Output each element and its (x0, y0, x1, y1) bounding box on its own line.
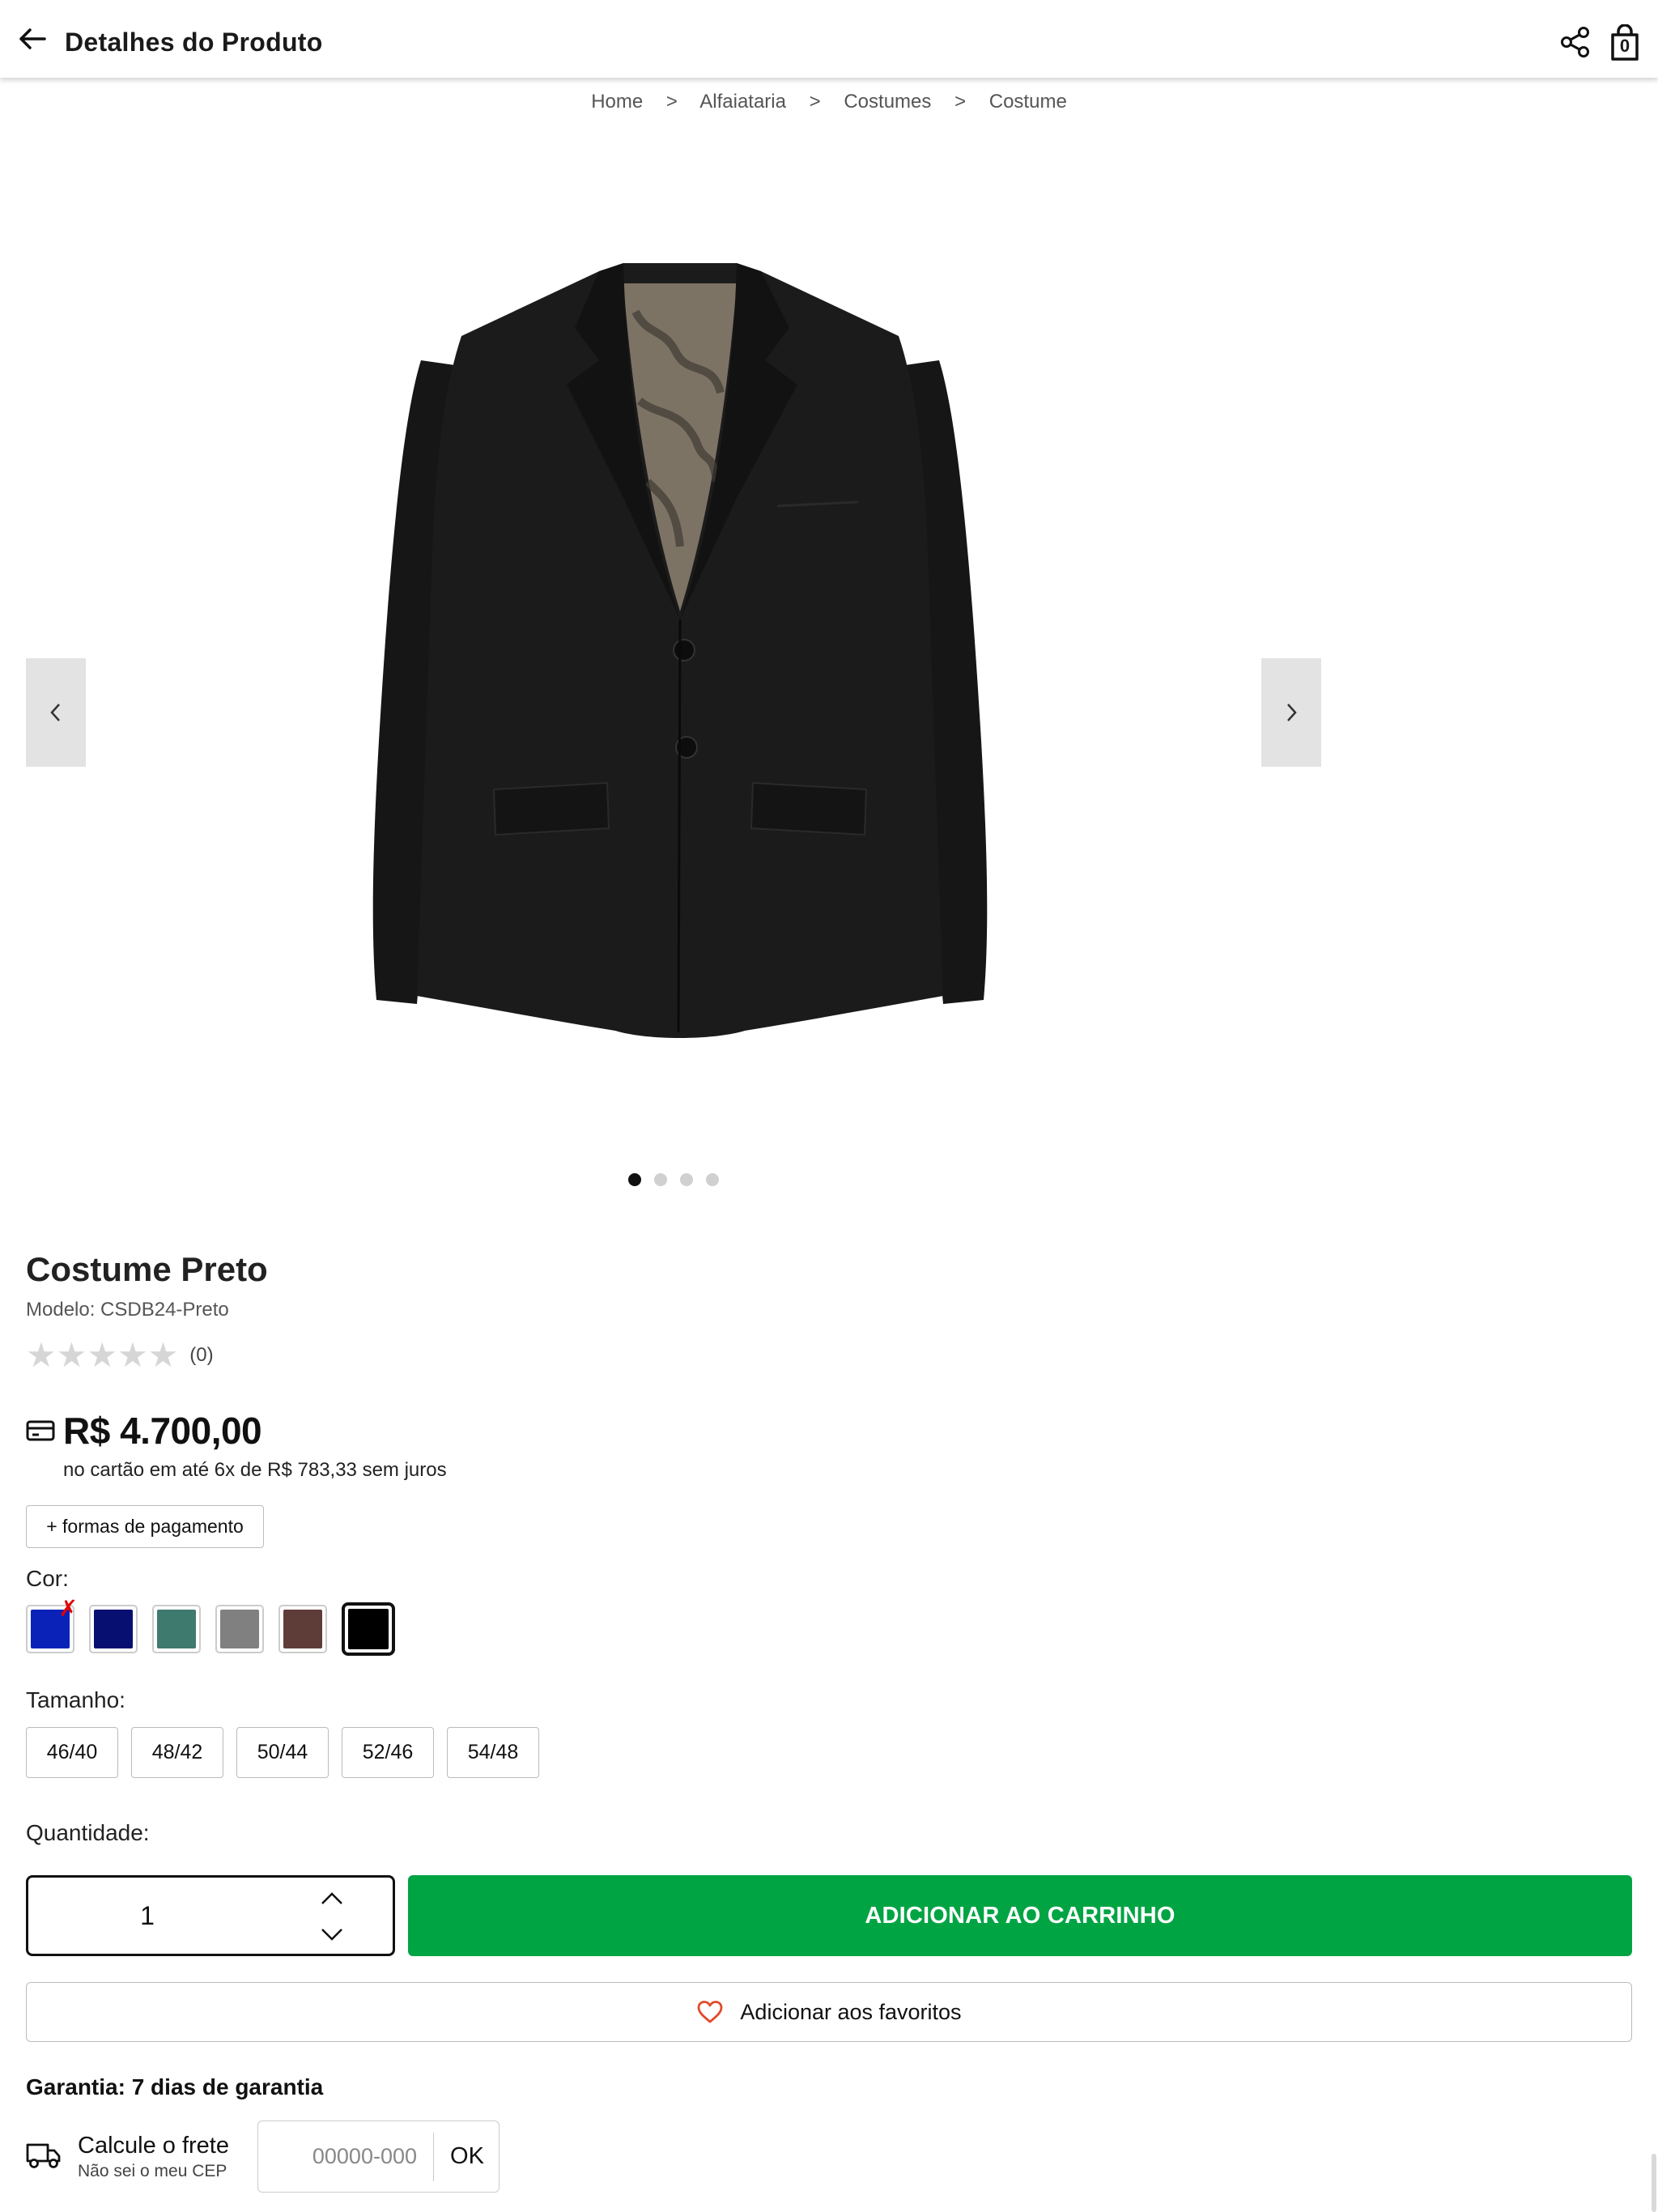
warranty-info: Garantia: 7 dias de garantia (26, 2074, 324, 2099)
unknown-cep-link[interactable]: Não sei o meu CEP (78, 2162, 227, 2181)
quantity-decrease-button[interactable] (312, 1920, 352, 1949)
arrow-left-icon (19, 28, 46, 49)
breadcrumb-separator: > (954, 91, 967, 113)
product-image[interactable] (356, 239, 1004, 1113)
breadcrumb-separator: > (665, 91, 678, 113)
size-label: Tamanho: (26, 1687, 125, 1712)
shipping-title: Calcule o frete (78, 2133, 229, 2159)
rating-count: (0) (189, 1344, 214, 1366)
size-options: 46/40 48/42 50/44 52/46 54/48 (26, 1727, 552, 1778)
color-swatch-navy[interactable] (89, 1605, 138, 1653)
cep-ok-button[interactable]: OK (435, 2121, 500, 2192)
color-swatch-black[interactable] (342, 1602, 395, 1656)
gallery-dot-4[interactable] (706, 1173, 719, 1186)
breadcrumb-alfaiataria[interactable]: Alfaiataria (699, 91, 786, 113)
quantity-label: Quantidade: (26, 1820, 150, 1845)
gallery-dot-2[interactable] (654, 1173, 667, 1186)
breadcrumb-separator: > (809, 91, 821, 113)
add-to-favorites-button[interactable]: Adicionar aos favoritos (26, 1982, 1632, 2042)
swatch-fill (94, 1610, 133, 1648)
star-icon: ★ (117, 1335, 148, 1375)
size-option-54-48[interactable]: 54/48 (447, 1727, 539, 1778)
color-label: Cor: (26, 1566, 69, 1591)
installments-info: no cartão em até 6x de R$ 783,33 sem jur… (63, 1459, 447, 1481)
cart-count-badge: 0 (1619, 36, 1630, 56)
chevron-right-icon (1287, 704, 1297, 721)
chevron-down-icon (321, 1929, 342, 1941)
size-option-46-40[interactable]: 46/40 (26, 1727, 118, 1778)
size-option-52-46[interactable]: 52/46 (342, 1727, 434, 1778)
gallery-pagination (0, 1173, 1347, 1186)
add-to-cart-button[interactable]: ADICIONAR AO CARRINHO (408, 1875, 1632, 1956)
credit-card-icon (26, 1420, 55, 1441)
color-swatches: ✗ (26, 1595, 410, 1656)
breadcrumb-home[interactable]: Home (591, 91, 643, 113)
chevron-left-icon (50, 704, 60, 721)
product-price: R$ 4.700,00 (63, 1410, 262, 1452)
add-to-favorites-label: Adicionar aos favoritos (740, 1999, 962, 2024)
quantity-input[interactable]: 1 (28, 1878, 266, 1954)
gallery-dot-3[interactable] (680, 1173, 693, 1186)
star-icon: ★ (26, 1335, 57, 1375)
heart-outline-icon (698, 2001, 723, 2023)
cart-button[interactable]: 0 (1609, 23, 1641, 62)
chevron-up-icon (321, 1892, 342, 1904)
color-swatch-brown[interactable] (278, 1605, 327, 1653)
color-swatch-teal[interactable] (152, 1605, 201, 1653)
breadcrumb-costume[interactable]: Costume (989, 91, 1067, 113)
product-gallery (0, 130, 1347, 1190)
breadcrumb-costumes[interactable]: Costumes (844, 91, 931, 113)
back-button[interactable] (15, 24, 50, 53)
breadcrumb: Home > Alfaiataria > Costumes > Costume (0, 91, 1658, 113)
color-swatch-blue[interactable]: ✗ (26, 1595, 78, 1653)
payment-options-button[interactable]: + formas de pagamento (26, 1505, 264, 1548)
star-icon: ★ (87, 1335, 117, 1375)
scrollbar-thumb[interactable] (1652, 2154, 1656, 2212)
quantity-stepper: 1 (26, 1875, 395, 1956)
size-option-48-42[interactable]: 48/42 (131, 1727, 223, 1778)
cep-form: OK (257, 2121, 500, 2193)
swatch-fill (157, 1610, 196, 1648)
page-title: Detalhes do Produto (65, 28, 323, 57)
truck-icon (26, 2143, 61, 2168)
share-button[interactable] (1559, 26, 1592, 58)
unavailable-mark-icon: ✗ (58, 1595, 78, 1622)
gallery-prev-button[interactable] (26, 658, 86, 767)
share-icon (1561, 27, 1589, 57)
size-option-50-44[interactable]: 50/44 (236, 1727, 329, 1778)
color-swatch-gray[interactable] (215, 1605, 264, 1653)
cep-divider (433, 2133, 434, 2181)
price-row: R$ 4.700,00 (26, 1409, 262, 1453)
star-icon: ★ (56, 1335, 87, 1375)
swatch-fill (348, 1609, 389, 1649)
swatch-fill (220, 1610, 259, 1648)
product-rating[interactable]: ★ ★ ★ ★ ★ (0) (26, 1338, 214, 1373)
product-name: Costume Preto (26, 1250, 268, 1288)
quantity-increase-button[interactable] (312, 1884, 352, 1913)
swatch-fill (283, 1610, 322, 1648)
top-app-bar: Detalhes do Produto 0 (0, 0, 1658, 78)
gallery-next-button[interactable] (1261, 658, 1321, 767)
cep-input[interactable] (258, 2121, 433, 2192)
product-model: Modelo: CSDB24-Preto (26, 1299, 229, 1321)
star-icon: ★ (147, 1335, 179, 1375)
gallery-dot-1[interactable] (628, 1173, 641, 1186)
